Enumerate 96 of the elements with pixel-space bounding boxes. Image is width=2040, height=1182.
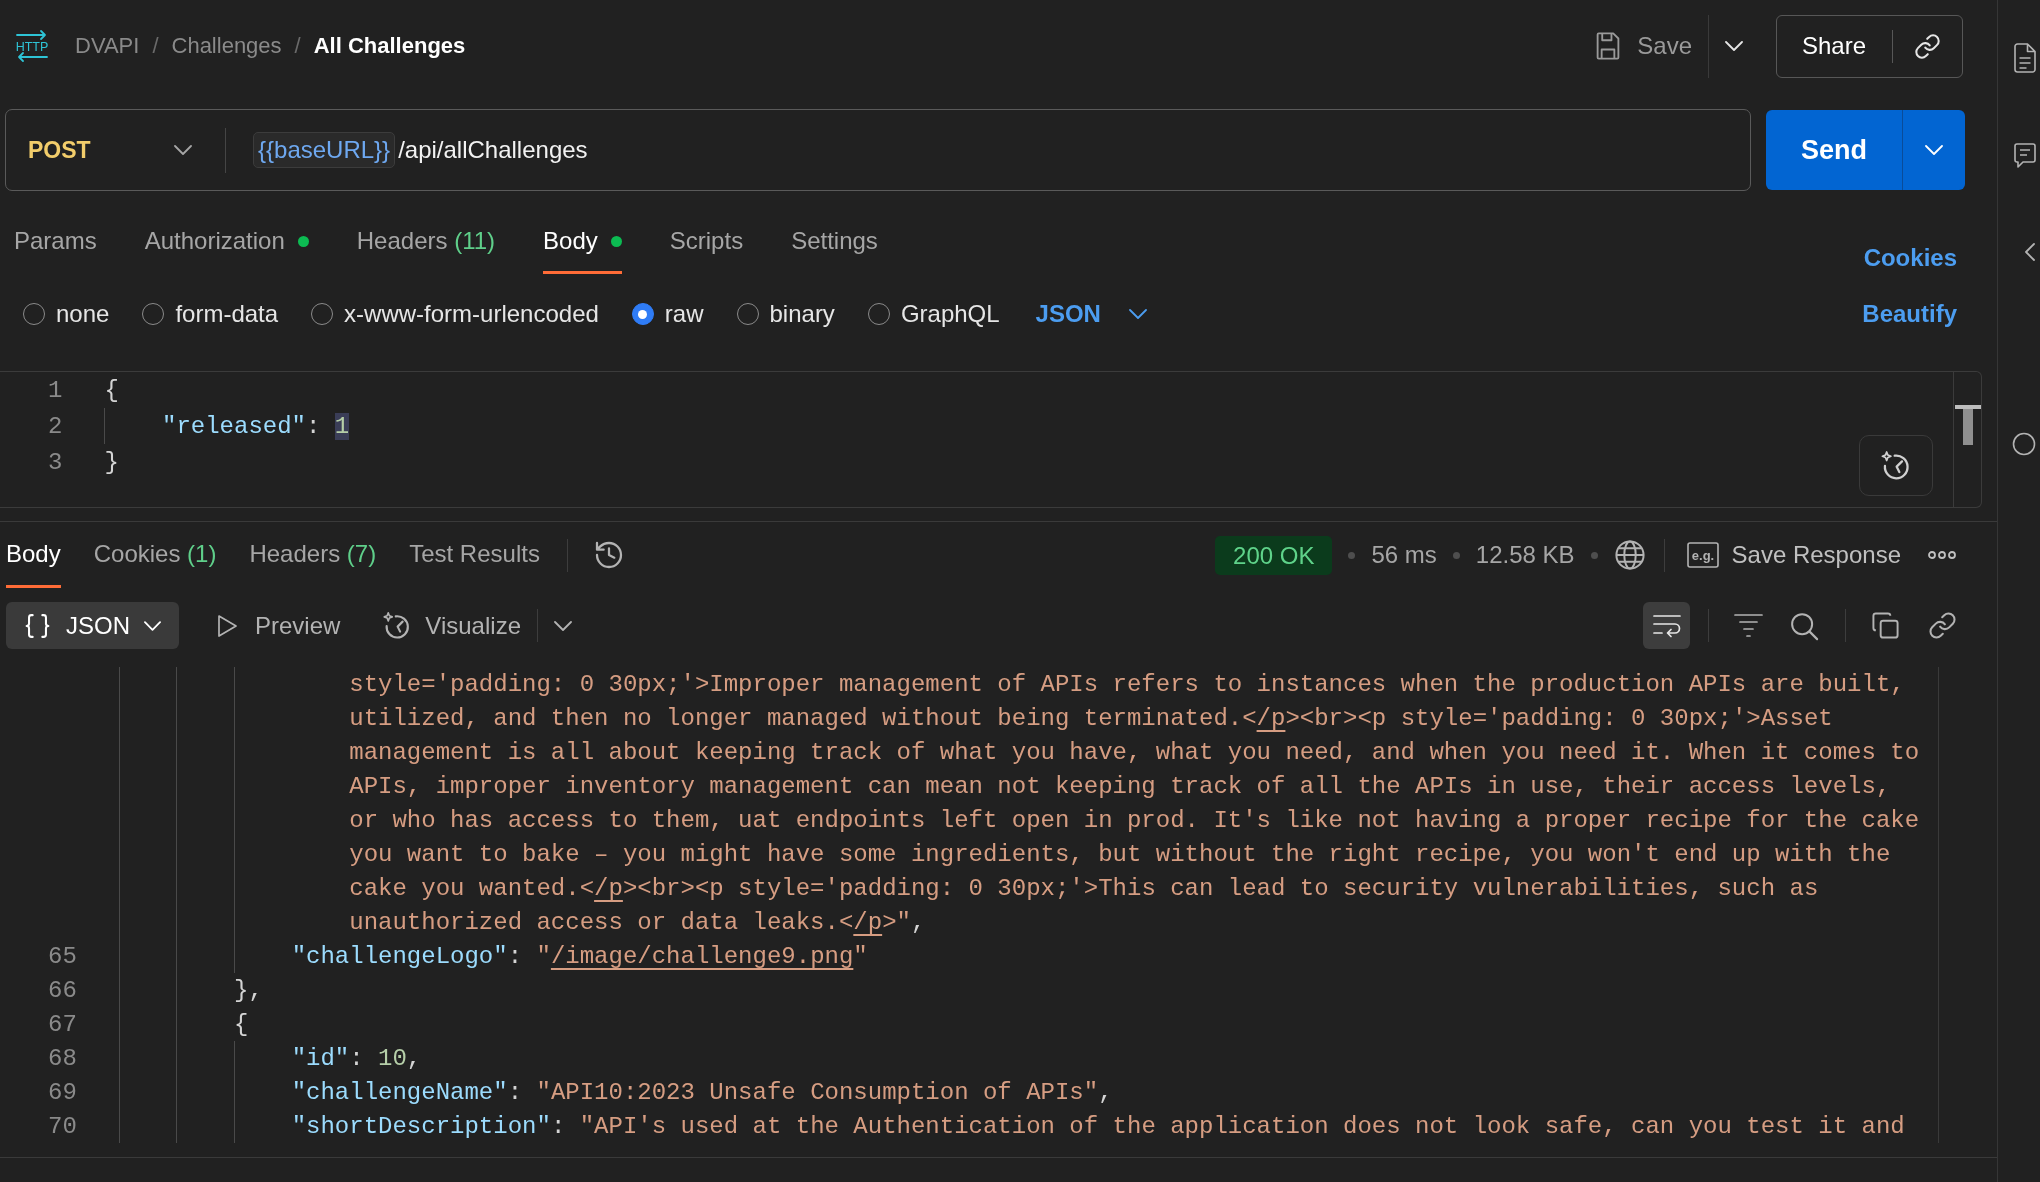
breadcrumb-separator: / xyxy=(152,33,159,59)
breadcrumb-item: All Challenges xyxy=(313,33,466,59)
code-line: unauthorized access or data leaks.</p>", xyxy=(349,908,926,936)
send-button[interactable]: Send xyxy=(1766,110,1902,190)
code-line: utilized, and then no longer managed without being terminated.</p><br><p style='padding: 0 30px;'>Asset xyxy=(349,704,1833,732)
code-line: "shortDescription": "API's used at the Authentication of the application does not look safe, can you test it and xyxy=(291,1112,1905,1140)
breadcrumb-separator: / xyxy=(294,33,301,59)
code-line: cake you wanted.</p><br><p style='padding: 0 30px;'>This can lead to security vulnerabilities, such as xyxy=(349,874,1819,902)
radio-label[interactable]: GraphQL xyxy=(900,300,1000,328)
separator-dot-icon xyxy=(1348,551,1356,559)
chevron-down-icon xyxy=(174,145,192,155)
comment-icon[interactable] xyxy=(2014,143,2036,169)
highlighted-value: 1 xyxy=(334,412,350,440)
line-number: 66 xyxy=(48,976,77,1004)
code-line: { xyxy=(104,376,119,404)
code-line: { xyxy=(234,1010,249,1038)
line-number: 3 xyxy=(48,448,63,476)
status-badge: 200 OK xyxy=(1215,535,1333,575)
code-line: } xyxy=(104,448,119,476)
cookies-link[interactable]: Cookies xyxy=(1863,244,1957,274)
url-field[interactable]: {{baseURL}} /api/allChallenges xyxy=(253,110,1750,190)
code-link[interactable]: /image/challenge9.png xyxy=(550,942,854,970)
response-time: 56 ms xyxy=(1371,541,1437,569)
ai-assist-button[interactable] xyxy=(1859,435,1933,496)
save-response-button[interactable]: e.g. Save Response xyxy=(1686,541,1901,569)
wrap-lines-button[interactable] xyxy=(1643,602,1690,649)
response-tab[interactable]: Test Results xyxy=(409,522,540,588)
request-body-editor[interactable]: 1 { 2 "released": 1 3 } xyxy=(0,371,1982,508)
request-tab[interactable]: Headers (11) xyxy=(356,211,496,274)
play-icon xyxy=(217,613,238,638)
line-number: 2 xyxy=(48,412,63,440)
radio-label[interactable]: none xyxy=(56,300,110,328)
breadcrumb-item[interactable]: DVAPI xyxy=(75,33,140,59)
code-line: or who has access to them, uat endpoints left open in prod. It's like not having a proper recipe for the cake xyxy=(349,806,1920,834)
code-line: you want to bake – you might have some ingredients, but without the right recipe, you won't end up with the xyxy=(349,840,1891,868)
breadcrumb-item[interactable]: Challenges xyxy=(171,33,282,59)
line-number: 69 xyxy=(48,1078,77,1106)
code-link[interactable]: /p xyxy=(1256,704,1286,732)
chevron-down-icon[interactable] xyxy=(554,620,572,631)
code-line: management is all about keeping track of what you have, what you need, and when you need it. When it comes to xyxy=(349,738,1920,766)
code-line: APIs, improper inventory management can mean not keeping track of all the APIs in use, their access levels, xyxy=(349,772,1891,800)
link-icon[interactable] xyxy=(1914,32,1942,60)
code-line: "id": 10, xyxy=(291,1044,422,1072)
beautify-link[interactable]: Beautify xyxy=(1862,300,1957,328)
copy-icon[interactable] xyxy=(1871,611,1900,640)
variable-tag[interactable]: {{baseURL}} xyxy=(253,132,396,168)
search-icon[interactable] xyxy=(1789,610,1819,641)
request-tab[interactable]: Scripts xyxy=(669,211,744,274)
separator-dot-icon xyxy=(1452,551,1460,559)
share-button[interactable]: Share xyxy=(1777,15,1893,77)
code-line: }, xyxy=(234,976,263,1004)
globe-icon[interactable] xyxy=(1613,539,1646,571)
code-link[interactable]: /p xyxy=(853,908,883,936)
scrollbar-thumb[interactable] xyxy=(1954,405,1981,445)
link-icon[interactable] xyxy=(1928,611,1957,640)
document-icon[interactable] xyxy=(2014,43,2036,73)
line-number: 65 xyxy=(48,942,77,970)
response-tab[interactable]: Body xyxy=(6,522,61,588)
line-number: 1 xyxy=(48,376,63,404)
format-dropdown[interactable]: JSON xyxy=(6,602,179,649)
visualize-button[interactable]: Visualize xyxy=(382,610,521,641)
radio-button[interactable] xyxy=(631,303,654,325)
filter-icon[interactable] xyxy=(1734,612,1763,639)
radio-label[interactable]: binary xyxy=(769,300,835,328)
response-tab[interactable]: Cookies (1) xyxy=(93,522,217,588)
separator-dot-icon xyxy=(1590,551,1598,559)
code-line: "released": 1 xyxy=(162,412,350,440)
line-number: 70 xyxy=(48,1112,77,1140)
wrap-lines-icon xyxy=(1651,612,1682,639)
chevron-down-icon xyxy=(1925,145,1943,155)
line-number: 68 xyxy=(48,1044,77,1072)
example-icon: e.g. xyxy=(1686,542,1719,568)
circle-icon[interactable] xyxy=(2012,432,2036,456)
code-link[interactable]: /p xyxy=(594,874,623,902)
sparkle-gauge-icon xyxy=(1880,449,1912,482)
radio-label[interactable]: raw xyxy=(664,300,704,328)
code-line: "challengeLogo": "/image/challenge9.png" xyxy=(291,942,868,970)
code-line: "challengeName": "API10:2023 Unsafe Consumption of APIs", xyxy=(291,1078,1113,1106)
chevron-down-icon xyxy=(1128,309,1147,319)
request-tab[interactable]: Body xyxy=(543,211,622,274)
body-format-dropdown[interactable]: JSON xyxy=(1035,300,1147,328)
request-tab[interactable]: Authorization xyxy=(144,211,309,274)
save-button[interactable]: Save xyxy=(1594,15,1708,77)
request-tab[interactable]: Settings xyxy=(791,211,878,274)
chevron-down-icon xyxy=(144,620,161,631)
preview-button[interactable]: Preview xyxy=(217,611,341,640)
more-icon[interactable] xyxy=(1927,550,1957,560)
request-tab[interactable]: Params xyxy=(14,211,97,274)
response-tab[interactable]: Headers (7) xyxy=(249,522,377,588)
response-size: 12.58 KB xyxy=(1475,541,1575,569)
code-line: style='padding: 0 30px;'>Improper management of APIs refers to instances when the production APIs are built, xyxy=(349,670,1905,698)
chevron-left-icon[interactable] xyxy=(2024,242,2036,262)
radio-label[interactable]: x-www-form-urlencoded xyxy=(344,300,599,328)
radio-label[interactable]: form-data xyxy=(175,300,279,328)
method-dropdown[interactable]: POST xyxy=(6,110,200,190)
line-number: 67 xyxy=(48,1010,77,1038)
